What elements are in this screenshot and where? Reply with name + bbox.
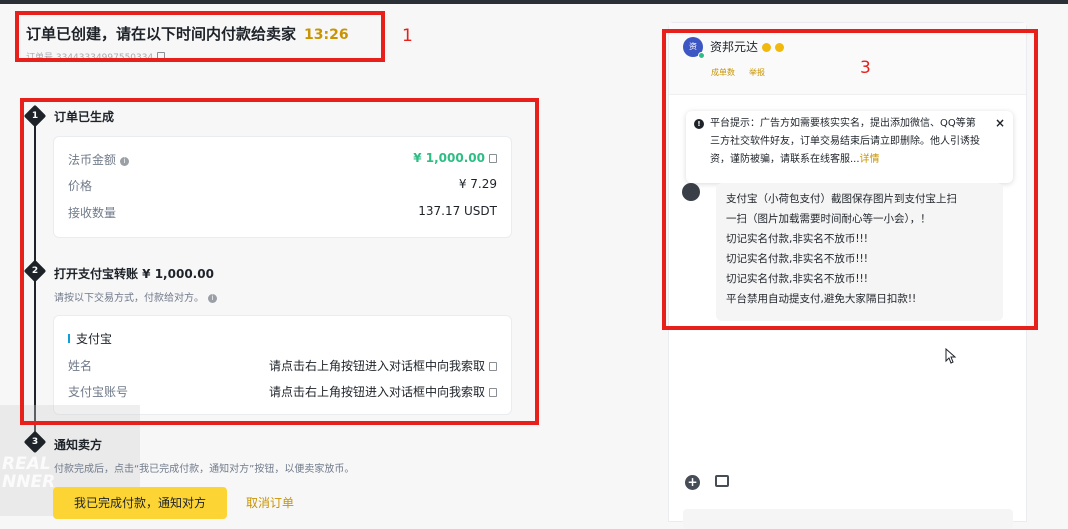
step-2-subtitle-text: 请按以下交易方式，付款给对方。 [54,293,204,304]
message-line: 平台禁用自动提支付,避免大家隔日扣款!! [726,293,917,305]
payment-method-bar [68,334,70,343]
alipay-account-label: 支付宝账号 [68,385,129,399]
add-attachment-icon[interactable]: + [685,475,700,490]
payment-done-button[interactable]: 我已完成付款，通知对方 [53,487,227,519]
notice-text: 平台提示：广告方如需要核实实名，提出添加微信、QQ等第三方社交软件好友，订单交易… [710,118,980,165]
merchant-badge-icon [775,43,785,52]
payee-name-label: 姓名 [68,359,93,373]
order-id: 订单号 33443334997550334 [26,50,166,58]
payment-method-name: 支付宝 [68,330,112,347]
alipay-account-value-text: 请点击右上角按钮进入对话框中向我索取 [268,385,485,399]
chat-header: 资 资邦元达 成单数 举报 [669,23,1026,95]
verified-badge-icon [762,43,772,52]
step-2-title: 打开支付宝转账 ¥ 1,000.00 [54,267,214,281]
platform-notice: ! 平台提示：广告方如需要核实实名，提出添加微信、QQ等第三方社交软件好友，订单… [686,111,1013,183]
chat-input[interactable] [683,509,1013,529]
quantity-row: 接收数量 137.17 USDT [68,204,497,222]
price-value: ¥ 7.29 [458,177,497,191]
step-1-marker: 1 [23,104,47,128]
alipay-account-row: 支付宝账号 请点击右上角按钮进入对话框中向我索取 [68,383,497,401]
close-icon[interactable]: × [995,114,1005,132]
message-line: 支付宝（小荷包支付）截图保存图片到支付宝上扫 [726,193,957,205]
alert-icon: ! [694,119,704,129]
merchant-name: 资邦元达 [710,38,785,55]
info-icon[interactable]: i [208,294,217,303]
price-row: 价格 ¥ 7.29 [68,177,497,195]
completed-orders-link[interactable]: 成单数 [711,68,735,77]
payment-method-text: 支付宝 [76,332,113,346]
quantity-value: 137.17 USDT [418,204,497,218]
copy-icon[interactable] [489,154,497,163]
quantity-label: 接收数量 [68,206,117,220]
mouse-cursor-icon [945,348,957,364]
step-1-title: 订单已生成 [54,110,115,124]
message-line: 切记实名付款,非实名不放币!!! [726,253,868,265]
watermark-line-2: NNER [2,472,56,492]
step-2-subtitle: 请按以下交易方式，付款给对方。 i [54,289,217,304]
title-text: 订单已创建，请在以下时间内付款给卖家 [26,25,297,43]
page-title: 订单已创建，请在以下时间内付款给卖家 13:26 [26,23,349,44]
online-status-dot [698,52,705,59]
merchant-name-text: 资邦元达 [710,40,759,54]
payment-method-card: 支付宝 姓名 请点击右上角按钮进入对话框中向我索取 支付宝账号 请点击右上角按钮… [53,315,512,415]
fiat-amount-label: 法币金额 i [68,151,130,168]
watermark-text: REAL NNER [2,455,55,491]
chat-panel: 资 资邦元达 成单数 举报 ! 平台提示：广告方如需要核实实名，提出添加微信、QQ… [668,22,1027,529]
payee-name-value-text: 请点击右上角按钮进入对话框中向我索取 [268,359,485,373]
copy-icon[interactable] [489,388,497,397]
payee-name-row: 姓名 请点击右上角按钮进入对话框中向我索取 [68,357,497,375]
message-line: 一扫（图片加载需要时间耐心等一小会），！ [726,213,931,225]
fiat-amount-value: ¥ 1,000.00 [413,151,497,165]
fiat-amount-value-text: ¥ 1,000.00 [413,151,485,165]
chat-message-bubble: 支付宝（小荷包支付）截图保存图片到支付宝上扫 一扫（图片加载需要时间耐心等一小会… [716,183,1003,321]
step-3-number: 3 [31,437,39,447]
info-icon[interactable]: i [120,157,130,166]
top-bar [0,0,1068,4]
message-avatar [682,183,700,201]
merchant-links: 成单数 举报 [711,67,779,78]
order-id-text: 订单号 33443334997550334 [26,53,154,58]
notice-details-link[interactable]: 详情 [860,154,880,165]
message-line: 切记实名付款,非实名不放币!!! [726,273,868,285]
step-3-title: 通知卖方 [54,438,103,452]
order-summary-card: 法币金额 i ¥ 1,000.00 价格 ¥ 7.29 接收数量 137.17 U… [53,136,512,238]
fiat-amount-row: 法币金额 i ¥ 1,000.00 [68,151,497,169]
payee-name-value: 请点击右上角按钮进入对话框中向我索取 [269,357,497,374]
price-label: 价格 [68,179,93,193]
report-link[interactable]: 举报 [749,68,765,77]
step-2-number: 2 [31,266,39,276]
annotation-label-3: 3 [860,58,871,78]
step-3-marker: 3 [23,430,47,454]
message-line: 切记实名付款,非实名不放币!!! [726,233,868,245]
watermark-line-1: REAL [2,454,51,474]
step-2-marker: 2 [23,259,47,283]
countdown-timer: 13:26 [304,27,349,43]
fiat-amount-label-text: 法币金额 [68,153,117,167]
step-1-number: 1 [31,111,39,121]
copy-icon[interactable] [489,362,497,371]
step-3-subtitle: 付款完成后，点击“我已完成付款，通知对方”按钮，以便卖家放币。 [54,464,355,475]
annotation-label-1: 1 [402,26,413,46]
quick-reply-icon[interactable] [715,475,729,487]
copy-icon[interactable] [157,52,166,58]
alipay-account-value: 请点击右上角按钮进入对话框中向我索取 [269,383,497,400]
cancel-order-link[interactable]: 取消订单 [246,494,294,511]
